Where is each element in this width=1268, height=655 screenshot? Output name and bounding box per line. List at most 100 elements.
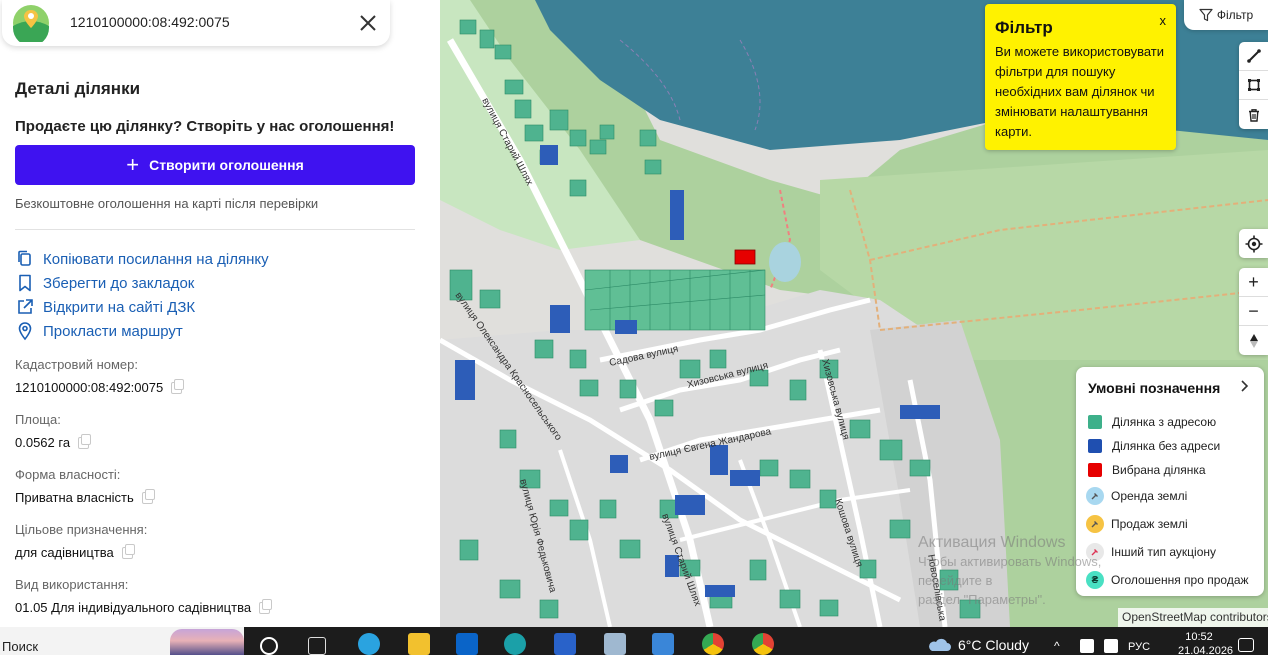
widgets-icon[interactable] bbox=[308, 637, 326, 655]
cadastral-number-value: 1210100000:08:492:0075 bbox=[15, 378, 185, 395]
cadastral-number-text: 1210100000:08:492:0075 bbox=[15, 380, 164, 395]
copy-icon[interactable] bbox=[121, 543, 135, 559]
map-attribution[interactable]: OpenStreetMap contributors bbox=[1118, 608, 1268, 627]
legend-item: Оренда землі bbox=[1086, 487, 1188, 505]
taskbar-search-label: Поиск bbox=[2, 639, 39, 654]
ownership-value: Приватна власність bbox=[15, 488, 155, 505]
copy-link-label: Копіювати посилання на ділянку bbox=[43, 250, 269, 268]
divider bbox=[15, 229, 415, 230]
file-explorer-icon[interactable] bbox=[408, 633, 430, 655]
app-icon[interactable] bbox=[604, 633, 626, 655]
edge-icon[interactable] bbox=[504, 633, 526, 655]
draw-tools bbox=[1239, 42, 1268, 129]
taskbar-search[interactable]: Поиск bbox=[0, 627, 244, 655]
weather-text: 6°C Cloudy bbox=[958, 637, 1029, 653]
hammer-icon bbox=[1086, 515, 1104, 533]
watermark-text: Чтобы активировать Windows, перейдите в bbox=[918, 554, 1102, 588]
zoom-controls: + − bbox=[1239, 268, 1268, 355]
notification-icon[interactable] bbox=[1238, 638, 1254, 652]
copy-icon[interactable] bbox=[259, 598, 273, 614]
bookmark-icon bbox=[19, 274, 31, 292]
legend-label: Ділянка з адресою bbox=[1112, 415, 1217, 429]
legend-item: Вибрана ділянка bbox=[1088, 463, 1206, 477]
filter-tooltip-close[interactable]: x bbox=[1160, 13, 1167, 28]
plot-with-address-swatch bbox=[1088, 415, 1102, 429]
legend-label: Оголошення про продаж bbox=[1111, 573, 1249, 587]
measure-line-button[interactable] bbox=[1239, 42, 1268, 71]
cadastral-number-label: Кадастровий номер: bbox=[15, 357, 138, 372]
details-title: Деталі ділянки bbox=[15, 79, 141, 98]
filter-tooltip-text: Ви можете використовувати фільтри для по… bbox=[995, 44, 1165, 139]
legend-label: Ділянка без адреси bbox=[1112, 439, 1221, 453]
telegram-icon[interactable] bbox=[358, 633, 380, 655]
legend-title: Умовні позначення bbox=[1088, 380, 1221, 396]
volume-icon[interactable] bbox=[1104, 639, 1118, 653]
chevron-right-icon[interactable] bbox=[1236, 378, 1252, 394]
compass-button[interactable] bbox=[1239, 326, 1268, 355]
zoom-in-button[interactable]: + bbox=[1239, 268, 1268, 297]
legend-label: Продаж землі bbox=[1111, 517, 1188, 531]
clock-date: 21.04.2026 bbox=[1178, 645, 1234, 655]
measure-line-icon bbox=[1246, 49, 1261, 63]
compass-icon bbox=[1249, 333, 1258, 348]
ownership-text: Приватна власність bbox=[15, 490, 134, 505]
hammer-icon bbox=[1086, 487, 1104, 505]
external-link-icon bbox=[18, 299, 33, 314]
map-pin-icon bbox=[18, 322, 32, 341]
measure-area-icon bbox=[1247, 79, 1260, 91]
selected-plot[interactable] bbox=[734, 249, 756, 265]
legend-item: Продаж землі bbox=[1086, 515, 1188, 533]
legend-item: Ділянка з адресою bbox=[1088, 415, 1216, 429]
plus-icon: + bbox=[1248, 271, 1259, 292]
route-action[interactable]: Прокласти маршрут bbox=[15, 320, 183, 342]
search-bar: 1210100000:08:492:0075 bbox=[2, 0, 390, 46]
cloud-icon bbox=[929, 638, 951, 651]
chrome-profile-icon[interactable] bbox=[752, 633, 774, 655]
app-logo-icon bbox=[13, 5, 49, 42]
open-dzk-action[interactable]: Відкрити на сайті ДЗК bbox=[15, 296, 195, 318]
search-input[interactable]: 1210100000:08:492:0075 bbox=[70, 14, 230, 30]
clock[interactable]: 10:52 21.04.2026 bbox=[1178, 630, 1234, 655]
usage-label: Вид використання: bbox=[15, 577, 129, 592]
watermark-title: Активация Windows bbox=[918, 534, 1066, 551]
plot-without-address-swatch bbox=[1088, 439, 1102, 453]
create-listing-button[interactable]: + Створити оголошення bbox=[15, 145, 415, 185]
store-icon[interactable] bbox=[652, 633, 674, 655]
chevron-up-icon[interactable]: ^ bbox=[1054, 639, 1068, 653]
watermark-text: раздел "Параметры". bbox=[918, 592, 1046, 607]
close-button[interactable] bbox=[354, 9, 382, 37]
measure-area-button[interactable] bbox=[1239, 71, 1268, 100]
copy-link-action[interactable]: Копіювати посилання на ділянку bbox=[15, 248, 269, 270]
delete-drawing-button[interactable] bbox=[1239, 100, 1268, 129]
legend-item: Ділянка без адреси bbox=[1088, 439, 1220, 453]
copy-icon[interactable] bbox=[141, 488, 155, 504]
sell-prompt: Продаєте цю ділянку? Створіть у нас огол… bbox=[15, 118, 395, 135]
legend-label: Оренда землі bbox=[1111, 489, 1188, 503]
task-view-icon[interactable] bbox=[260, 637, 278, 655]
free-listing-note: Безкоштовне оголошення на карті після пе… bbox=[15, 196, 319, 211]
copy-icon[interactable] bbox=[171, 378, 185, 394]
locate-control bbox=[1239, 229, 1268, 258]
purpose-value: для садівництва bbox=[15, 543, 135, 560]
plus-icon: + bbox=[126, 152, 140, 177]
weather-widget[interactable]: 6°C Cloudy bbox=[926, 637, 1029, 653]
clock-time: 10:52 bbox=[1185, 631, 1213, 643]
chrome-icon[interactable] bbox=[702, 633, 724, 655]
purpose-text: для садівництва bbox=[15, 545, 114, 560]
outlook-icon[interactable] bbox=[456, 633, 478, 655]
purpose-label: Цільове призначення: bbox=[15, 522, 148, 537]
selected-plot-swatch bbox=[1088, 463, 1102, 477]
network-icon[interactable] bbox=[1080, 639, 1094, 653]
windows-activation-watermark: Активация Windows Чтобы активировать Win… bbox=[918, 533, 1118, 609]
language-indicator[interactable]: РУС bbox=[1128, 641, 1150, 653]
bookmark-action[interactable]: Зберегти до закладок bbox=[15, 272, 194, 294]
filter-button-label: Фільтр bbox=[1216, 8, 1254, 22]
media-player-icon[interactable] bbox=[554, 633, 576, 655]
filter-button[interactable]: Фільтр bbox=[1184, 0, 1268, 30]
locate-button[interactable] bbox=[1239, 229, 1268, 258]
create-listing-label: Створити оголошення bbox=[149, 157, 304, 173]
area-value: 0.0562 га bbox=[15, 433, 92, 450]
zoom-out-button[interactable]: − bbox=[1239, 297, 1268, 326]
ownership-label: Форма власності: bbox=[15, 467, 121, 482]
copy-icon[interactable] bbox=[78, 433, 92, 449]
